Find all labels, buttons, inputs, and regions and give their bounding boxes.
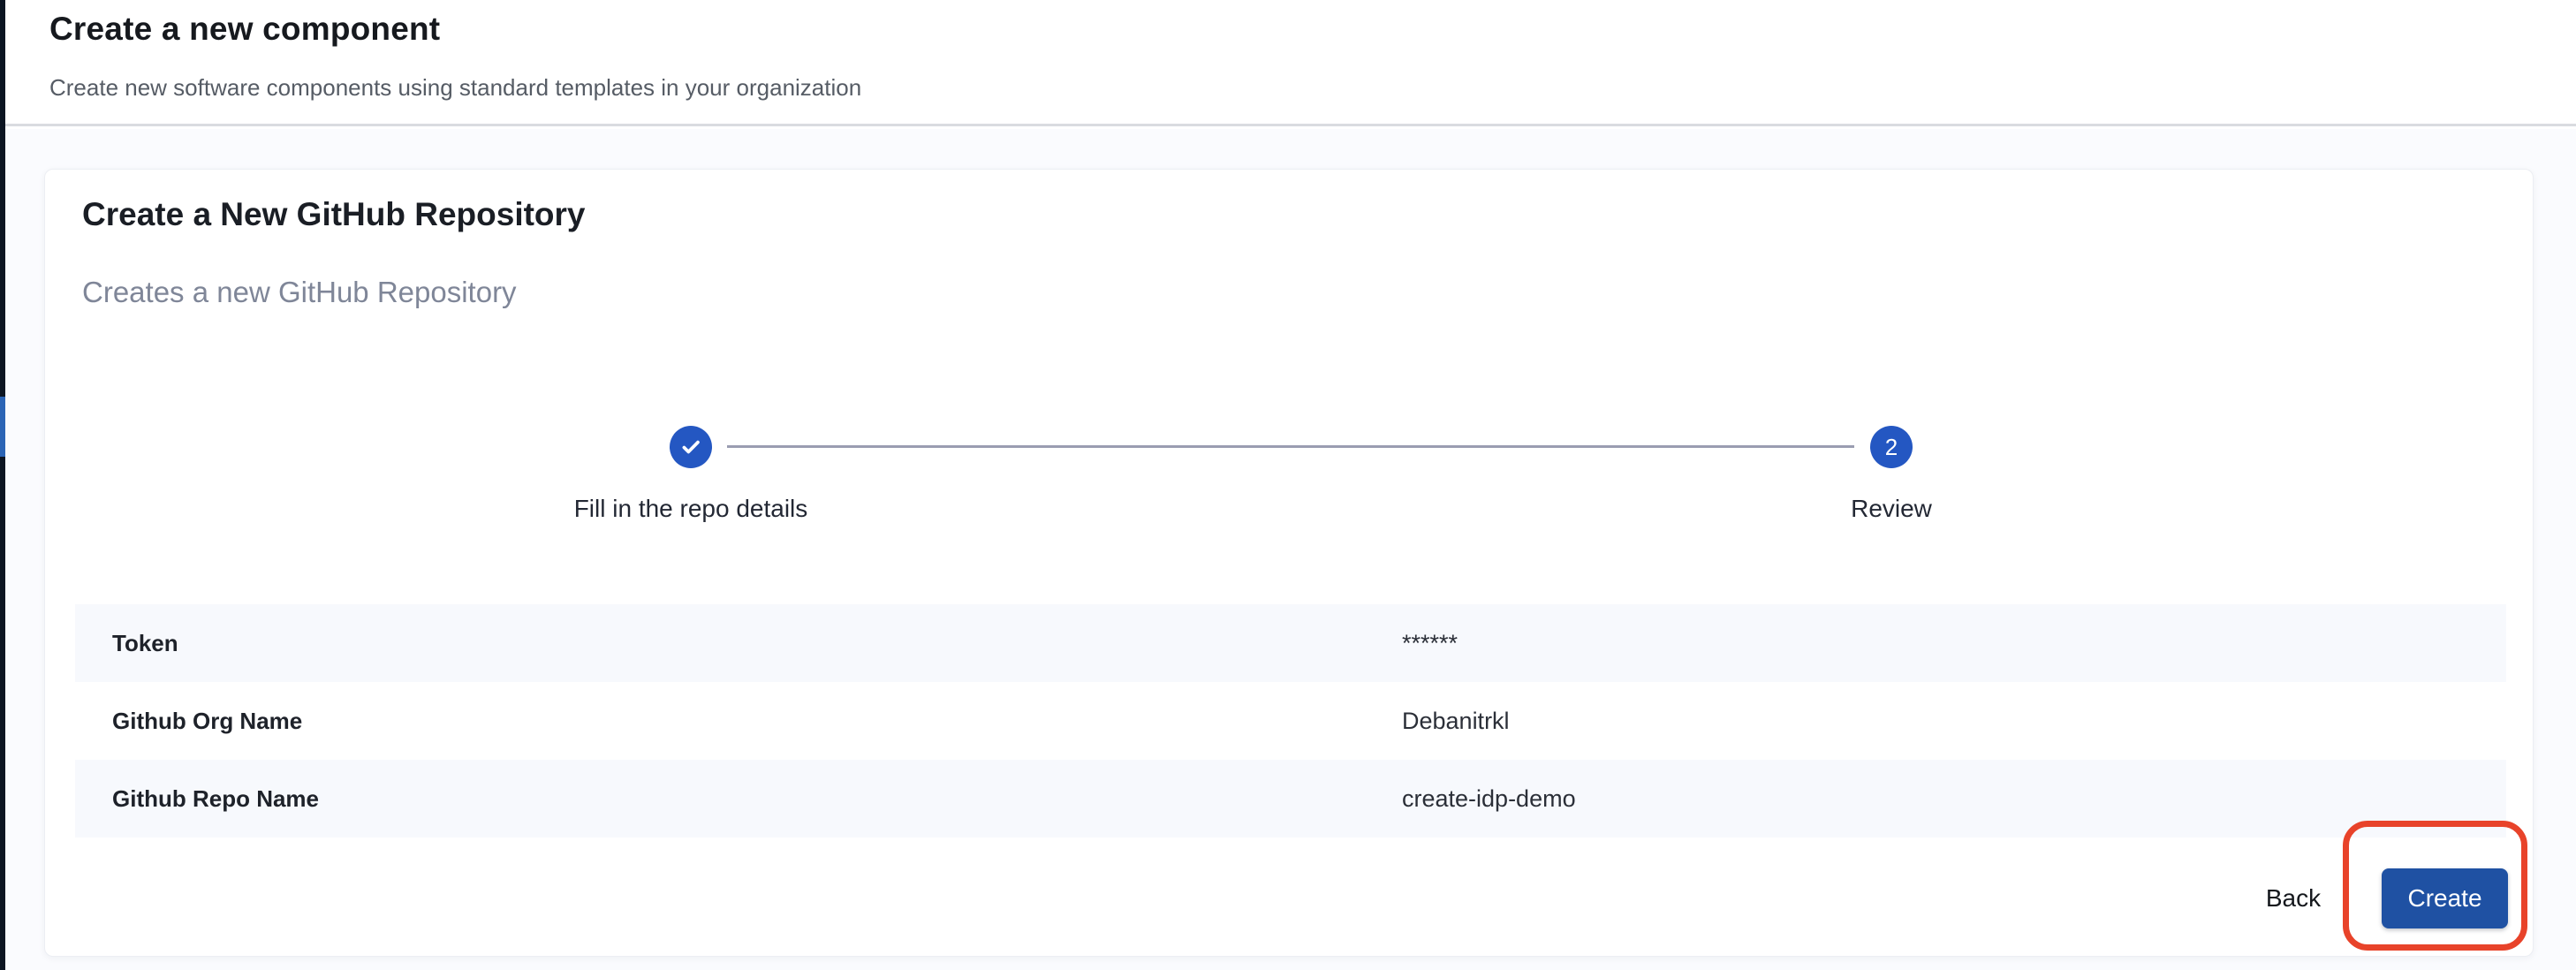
step-1-completed-circle[interactable] xyxy=(670,426,712,468)
row-label-token: Token xyxy=(75,630,1402,657)
table-row: Github Org Name Debanitrkl xyxy=(75,682,2506,760)
row-value-token: ****** xyxy=(1402,630,1458,657)
card-subtitle: Creates a new GitHub Repository xyxy=(82,276,517,309)
table-row: Github Repo Name create-idp-demo xyxy=(75,760,2506,837)
create-button[interactable]: Create xyxy=(2382,868,2508,928)
row-value-github-org-name: Debanitrkl xyxy=(1402,708,1510,735)
step-2-active-circle[interactable]: 2 xyxy=(1870,426,1913,468)
row-label-github-repo-name: Github Repo Name xyxy=(75,785,1402,813)
step-2-label: Review xyxy=(1671,495,2112,523)
page-header: Create a new component Create new softwa… xyxy=(5,0,2576,126)
back-button[interactable]: Back xyxy=(2218,876,2368,919)
card-title: Create a New GitHub Repository xyxy=(82,196,586,233)
step-2-number: 2 xyxy=(1885,434,1898,461)
table-row: Token ****** xyxy=(75,604,2506,682)
stepper-connector-line xyxy=(727,445,1854,448)
page-title: Create a new component xyxy=(49,11,440,48)
row-value-github-repo-name: create-idp-demo xyxy=(1402,785,1576,813)
row-label-github-org-name: Github Org Name xyxy=(75,708,1402,735)
content-area: Create a New GitHub Repository Creates a… xyxy=(5,129,2576,970)
review-table: Token ****** Github Org Name Debanitrkl … xyxy=(75,604,2506,837)
screen: Create a new component Create new softwa… xyxy=(0,0,2576,970)
template-wizard-card: Create a New GitHub Repository Creates a… xyxy=(44,169,2534,957)
step-1-label: Fill in the repo details xyxy=(470,495,912,523)
page-subtitle: Create new software components using sta… xyxy=(49,74,861,102)
check-icon xyxy=(678,435,703,459)
